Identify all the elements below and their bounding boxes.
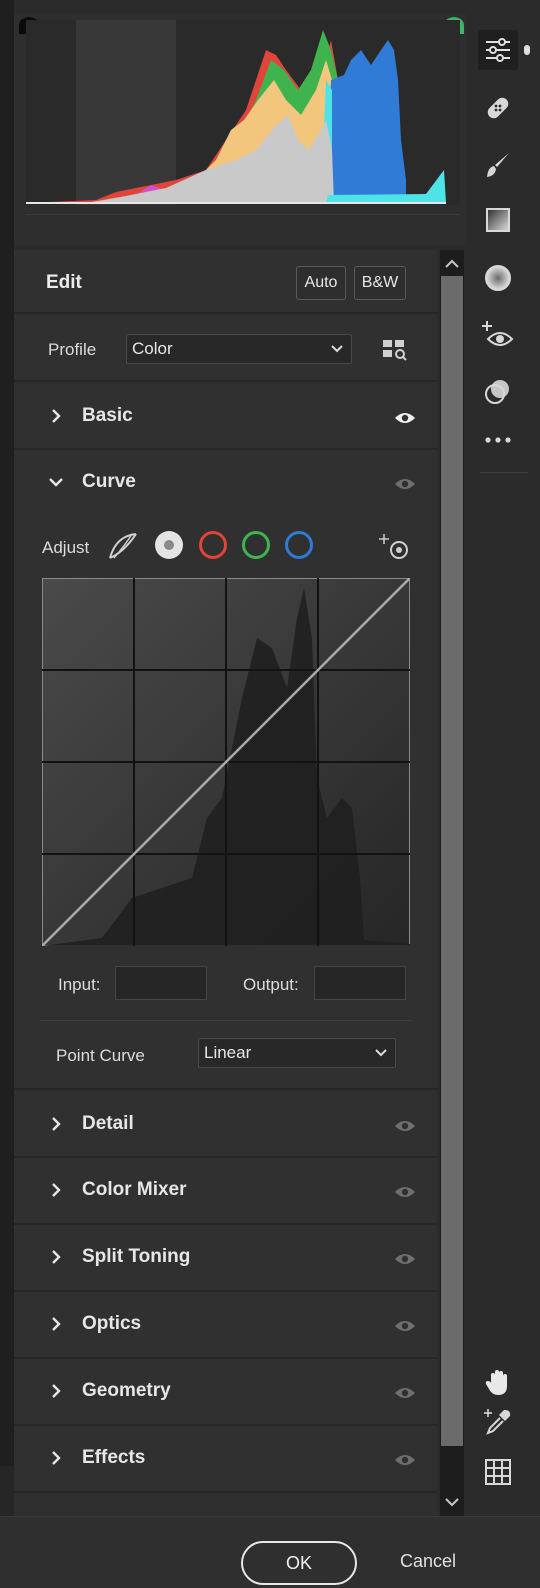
parametric-curve-icon[interactable] bbox=[106, 530, 140, 562]
dialog-footer: OK Cancel bbox=[0, 1516, 540, 1588]
chevron-right-icon bbox=[52, 1183, 61, 1197]
radial-filter-icon bbox=[485, 265, 511, 291]
split-toning-section[interactable]: Split Toning bbox=[14, 1225, 437, 1292]
hand-icon bbox=[485, 1370, 507, 1395]
basic-visibility-eye-icon[interactable] bbox=[394, 411, 416, 425]
cancel-button[interactable]: Cancel bbox=[400, 1551, 456, 1572]
red-channel-button[interactable] bbox=[199, 531, 227, 559]
color-mixer-visibility-eye-icon[interactable] bbox=[394, 1185, 416, 1199]
spot-removal-icon bbox=[487, 97, 509, 119]
presets-icon bbox=[485, 380, 509, 404]
curve-section-title[interactable]: Curve bbox=[82, 471, 136, 493]
chevron-right-icon bbox=[52, 1384, 61, 1398]
detail-section-title: Detail bbox=[82, 1113, 134, 1134]
panel-indicator bbox=[524, 45, 530, 55]
chevron-down-icon bbox=[375, 1049, 387, 1057]
curve-section: Curve Adjust Input: Output: Point Curve … bbox=[14, 450, 437, 1090]
detail-visibility-eye-icon[interactable] bbox=[394, 1119, 416, 1133]
left-edge-lower bbox=[0, 1466, 14, 1516]
chevron-right-icon bbox=[52, 1117, 61, 1131]
histogram-info-divider bbox=[26, 214, 460, 215]
output-label: Output: bbox=[243, 975, 299, 994]
basic-section[interactable]: Basic bbox=[14, 384, 437, 450]
tone-curve-graph[interactable] bbox=[42, 578, 410, 946]
point-curve-select-value: Linear bbox=[204, 1043, 252, 1062]
grid-tool-button[interactable] bbox=[478, 1452, 518, 1492]
split-toning-visibility-eye-icon[interactable] bbox=[394, 1252, 416, 1266]
more-tools-button[interactable] bbox=[478, 420, 518, 460]
radial-filter-tool-button[interactable] bbox=[478, 258, 518, 298]
profile-browser-icon[interactable] bbox=[382, 338, 408, 362]
ok-button[interactable]: OK bbox=[241, 1541, 357, 1585]
profile-select[interactable]: Color bbox=[126, 334, 352, 364]
toolbar-divider bbox=[480, 472, 528, 473]
hand-tool-button[interactable] bbox=[478, 1362, 518, 1402]
blue-channel-button[interactable] bbox=[285, 531, 313, 559]
color-mixer-section[interactable]: Color Mixer bbox=[14, 1158, 437, 1225]
geometry-section-title: Geometry bbox=[82, 1380, 171, 1401]
spot-removal-tool-button[interactable] bbox=[478, 88, 518, 128]
profile-select-value: Color bbox=[132, 339, 173, 358]
adjust-label: Adjust bbox=[42, 538, 90, 557]
red-eye-icon bbox=[482, 321, 514, 346]
split-toning-section-title: Split Toning bbox=[82, 1246, 191, 1267]
input-field[interactable] bbox=[115, 966, 207, 1000]
bw-button[interactable]: B&W bbox=[354, 266, 406, 300]
chevron-down-icon bbox=[331, 345, 343, 353]
histogram-plot bbox=[26, 20, 460, 205]
curve-divider bbox=[40, 1020, 412, 1021]
edit-sliders-icon bbox=[486, 38, 510, 62]
point-curve-select[interactable]: Linear bbox=[198, 1038, 396, 1068]
tool-strip bbox=[466, 0, 540, 1516]
brush-tool-button[interactable] bbox=[478, 145, 518, 185]
left-edge bbox=[0, 0, 14, 1466]
more-icon bbox=[485, 437, 511, 443]
presets-tool-button[interactable] bbox=[478, 372, 518, 412]
edit-panel: Edit Auto B&W Profile Color Basic Curve … bbox=[14, 250, 437, 1516]
auto-button[interactable]: Auto bbox=[296, 266, 346, 300]
graduated-filter-tool-button[interactable] bbox=[478, 200, 518, 240]
gradient-icon bbox=[486, 208, 510, 232]
optics-visibility-eye-icon[interactable] bbox=[394, 1319, 416, 1333]
chevron-right-icon bbox=[52, 1250, 61, 1264]
rgb-channel-button[interactable] bbox=[155, 531, 183, 559]
targeted-adjustment-icon[interactable] bbox=[378, 532, 412, 562]
detail-section[interactable]: Detail bbox=[14, 1092, 437, 1158]
panel-scrollbar-thumb[interactable] bbox=[441, 276, 463, 1446]
chevron-down-icon[interactable] bbox=[48, 474, 64, 490]
chevron-right-icon bbox=[52, 1451, 61, 1465]
geometry-section[interactable]: Geometry bbox=[14, 1359, 437, 1426]
optics-section-title: Optics bbox=[82, 1313, 142, 1334]
basic-section-title: Basic bbox=[82, 405, 133, 426]
edit-tool-button[interactable] bbox=[478, 30, 518, 70]
color-sampler-tool-button[interactable] bbox=[478, 1402, 518, 1442]
point-curve-label: Point Curve bbox=[56, 1046, 145, 1065]
brush-icon bbox=[487, 153, 509, 177]
histogram bbox=[14, 14, 469, 246]
output-field[interactable] bbox=[314, 966, 406, 1000]
effects-section-title: Effects bbox=[82, 1447, 146, 1468]
chevron-right-icon bbox=[52, 1317, 61, 1331]
scroll-down-icon[interactable] bbox=[440, 1490, 464, 1514]
chevron-right-icon bbox=[52, 409, 61, 423]
input-label: Input: bbox=[58, 975, 101, 994]
red-eye-tool-button[interactable] bbox=[478, 315, 518, 355]
edit-header: Edit Auto B&W bbox=[14, 250, 437, 314]
color-mixer-section-title: Color Mixer bbox=[82, 1179, 187, 1200]
scroll-up-icon[interactable] bbox=[440, 252, 464, 276]
edit-title: Edit bbox=[46, 272, 82, 293]
profile-row: Profile Color bbox=[14, 316, 437, 382]
grid-icon bbox=[485, 1459, 511, 1485]
effects-visibility-eye-icon[interactable] bbox=[394, 1453, 416, 1467]
profile-label: Profile bbox=[48, 340, 97, 359]
green-channel-button[interactable] bbox=[242, 531, 270, 559]
selected-dot-icon bbox=[164, 540, 174, 550]
optics-section[interactable]: Optics bbox=[14, 1292, 437, 1359]
color-sampler-icon bbox=[484, 1409, 511, 1435]
curve-visibility-eye-icon[interactable] bbox=[394, 477, 416, 491]
geometry-visibility-eye-icon[interactable] bbox=[394, 1386, 416, 1400]
effects-section[interactable]: Effects bbox=[14, 1426, 437, 1493]
